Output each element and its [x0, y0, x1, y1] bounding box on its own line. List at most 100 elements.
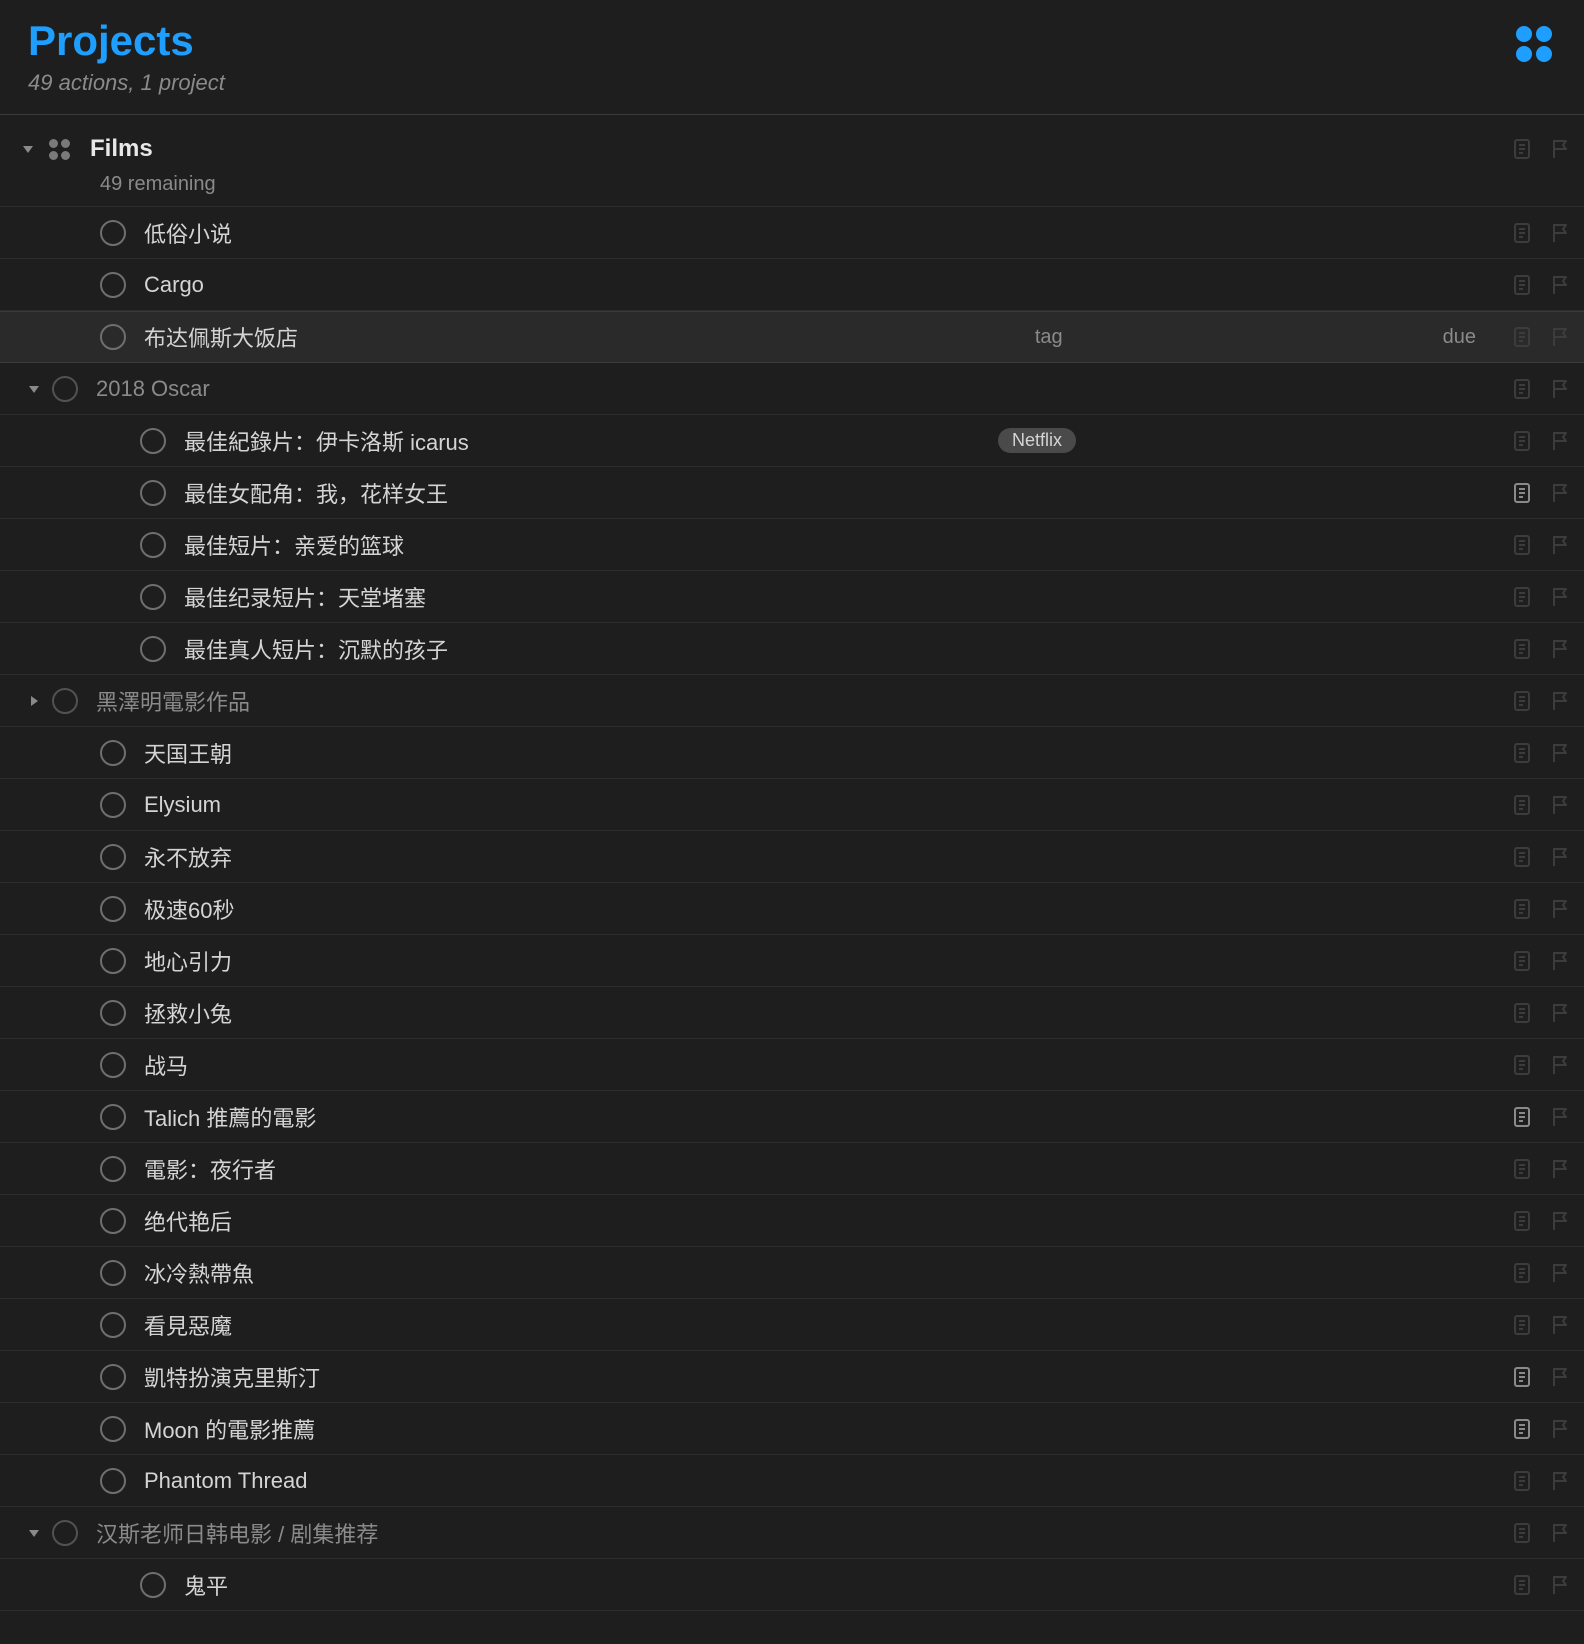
flag-icon[interactable]: [1548, 845, 1572, 869]
status-circle[interactable]: [100, 1104, 126, 1130]
note-icon[interactable]: [1510, 429, 1534, 453]
flag-icon[interactable]: [1548, 1573, 1572, 1597]
note-icon[interactable]: [1510, 533, 1534, 557]
flag-icon[interactable]: [1548, 1157, 1572, 1181]
task-row[interactable]: 拯救小兔: [0, 987, 1584, 1039]
status-circle[interactable]: [100, 1260, 126, 1286]
note-icon[interactable]: [1510, 1573, 1534, 1597]
flag-icon[interactable]: [1548, 325, 1572, 349]
task-row[interactable]: 最佳女配角：我，花样女王: [0, 467, 1584, 519]
flag-icon[interactable]: [1548, 1053, 1572, 1077]
status-circle[interactable]: [100, 844, 126, 870]
flag-icon[interactable]: [1548, 1105, 1572, 1129]
status-circle[interactable]: [52, 1520, 78, 1546]
task-row[interactable]: 黑澤明電影作品: [0, 675, 1584, 727]
flag-icon[interactable]: [1548, 429, 1572, 453]
status-circle[interactable]: [100, 1416, 126, 1442]
note-icon[interactable]: [1510, 1313, 1534, 1337]
status-circle[interactable]: [100, 220, 126, 246]
status-circle[interactable]: [100, 1052, 126, 1078]
note-icon[interactable]: [1510, 1001, 1534, 1025]
flag-icon[interactable]: [1548, 1365, 1572, 1389]
status-circle[interactable]: [100, 1468, 126, 1494]
status-circle[interactable]: [140, 532, 166, 558]
flag-icon[interactable]: [1548, 1261, 1572, 1285]
flag-icon[interactable]: [1548, 273, 1572, 297]
status-circle[interactable]: [140, 428, 166, 454]
note-icon[interactable]: [1510, 897, 1534, 921]
flag-icon[interactable]: [1548, 793, 1572, 817]
flag-icon[interactable]: [1548, 949, 1572, 973]
task-row[interactable]: 看見惡魔: [0, 1299, 1584, 1351]
status-circle[interactable]: [100, 1312, 126, 1338]
status-circle[interactable]: [100, 272, 126, 298]
note-icon[interactable]: [1510, 1365, 1534, 1389]
flag-icon[interactable]: [1548, 1001, 1572, 1025]
chevron-down-icon[interactable]: [16, 382, 52, 396]
note-icon[interactable]: [1510, 221, 1534, 245]
task-row[interactable]: 战马: [0, 1039, 1584, 1091]
note-icon[interactable]: [1510, 1157, 1534, 1181]
flag-icon[interactable]: [1548, 1417, 1572, 1441]
disclosure-icon[interactable]: [10, 142, 46, 156]
column-tag-label[interactable]: tag: [1035, 326, 1063, 349]
tag-pill[interactable]: Netflix: [998, 428, 1076, 453]
flag-icon[interactable]: [1548, 533, 1572, 557]
view-options-icon[interactable]: [1516, 26, 1556, 66]
task-row[interactable]: 最佳纪录短片：天堂堵塞: [0, 571, 1584, 623]
task-row[interactable]: 布达佩斯大饭店tagdue: [0, 311, 1584, 363]
flag-icon[interactable]: [1548, 1521, 1572, 1545]
status-circle[interactable]: [100, 1000, 126, 1026]
note-icon[interactable]: [1510, 1209, 1534, 1233]
note-icon[interactable]: [1510, 1053, 1534, 1077]
flag-icon[interactable]: [1548, 481, 1572, 505]
status-circle[interactable]: [140, 584, 166, 610]
status-circle[interactable]: [100, 324, 126, 350]
flag-icon[interactable]: [1548, 585, 1572, 609]
task-row[interactable]: 2018 Oscar: [0, 363, 1584, 415]
note-icon[interactable]: [1510, 585, 1534, 609]
note-icon[interactable]: [1510, 137, 1534, 161]
note-icon[interactable]: [1510, 637, 1534, 661]
note-icon[interactable]: [1510, 1105, 1534, 1129]
note-icon[interactable]: [1510, 741, 1534, 765]
note-icon[interactable]: [1510, 949, 1534, 973]
status-circle[interactable]: [100, 740, 126, 766]
flag-icon[interactable]: [1548, 377, 1572, 401]
status-circle[interactable]: [140, 636, 166, 662]
task-row[interactable]: Elysium: [0, 779, 1584, 831]
task-row[interactable]: 地心引力: [0, 935, 1584, 987]
task-row[interactable]: Phantom Thread: [0, 1455, 1584, 1507]
status-circle[interactable]: [52, 688, 78, 714]
task-row[interactable]: 最佳真人短片：沉默的孩子: [0, 623, 1584, 675]
note-icon[interactable]: [1510, 1521, 1534, 1545]
chevron-down-icon[interactable]: [16, 1526, 52, 1540]
note-icon[interactable]: [1510, 1417, 1534, 1441]
task-row[interactable]: Talich 推薦的電影: [0, 1091, 1584, 1143]
task-row[interactable]: 冰冷熱帶魚: [0, 1247, 1584, 1299]
task-row[interactable]: 绝代艳后: [0, 1195, 1584, 1247]
flag-icon[interactable]: [1548, 1209, 1572, 1233]
task-row[interactable]: 鬼平: [0, 1559, 1584, 1611]
task-row[interactable]: Cargo: [0, 259, 1584, 311]
flag-icon[interactable]: [1548, 637, 1572, 661]
task-row[interactable]: 最佳紀錄片：伊卡洛斯 icarusNetflix: [0, 415, 1584, 467]
note-icon[interactable]: [1510, 1469, 1534, 1493]
task-row[interactable]: Moon 的電影推薦: [0, 1403, 1584, 1455]
note-icon[interactable]: [1510, 377, 1534, 401]
note-icon[interactable]: [1510, 273, 1534, 297]
task-row[interactable]: 极速60秒: [0, 883, 1584, 935]
status-circle[interactable]: [100, 896, 126, 922]
status-circle[interactable]: [140, 480, 166, 506]
task-row[interactable]: 電影：夜行者: [0, 1143, 1584, 1195]
flag-icon[interactable]: [1548, 1469, 1572, 1493]
project-row-films[interactable]: Films: [0, 125, 1584, 173]
task-row[interactable]: 永不放弃: [0, 831, 1584, 883]
status-circle[interactable]: [100, 948, 126, 974]
status-circle[interactable]: [100, 1156, 126, 1182]
status-circle[interactable]: [100, 1208, 126, 1234]
task-row[interactable]: 汉斯老师日韩电影 / 剧集推荐: [0, 1507, 1584, 1559]
task-row[interactable]: 最佳短片：亲爱的篮球: [0, 519, 1584, 571]
flag-icon[interactable]: [1548, 137, 1572, 161]
note-icon[interactable]: [1510, 1261, 1534, 1285]
